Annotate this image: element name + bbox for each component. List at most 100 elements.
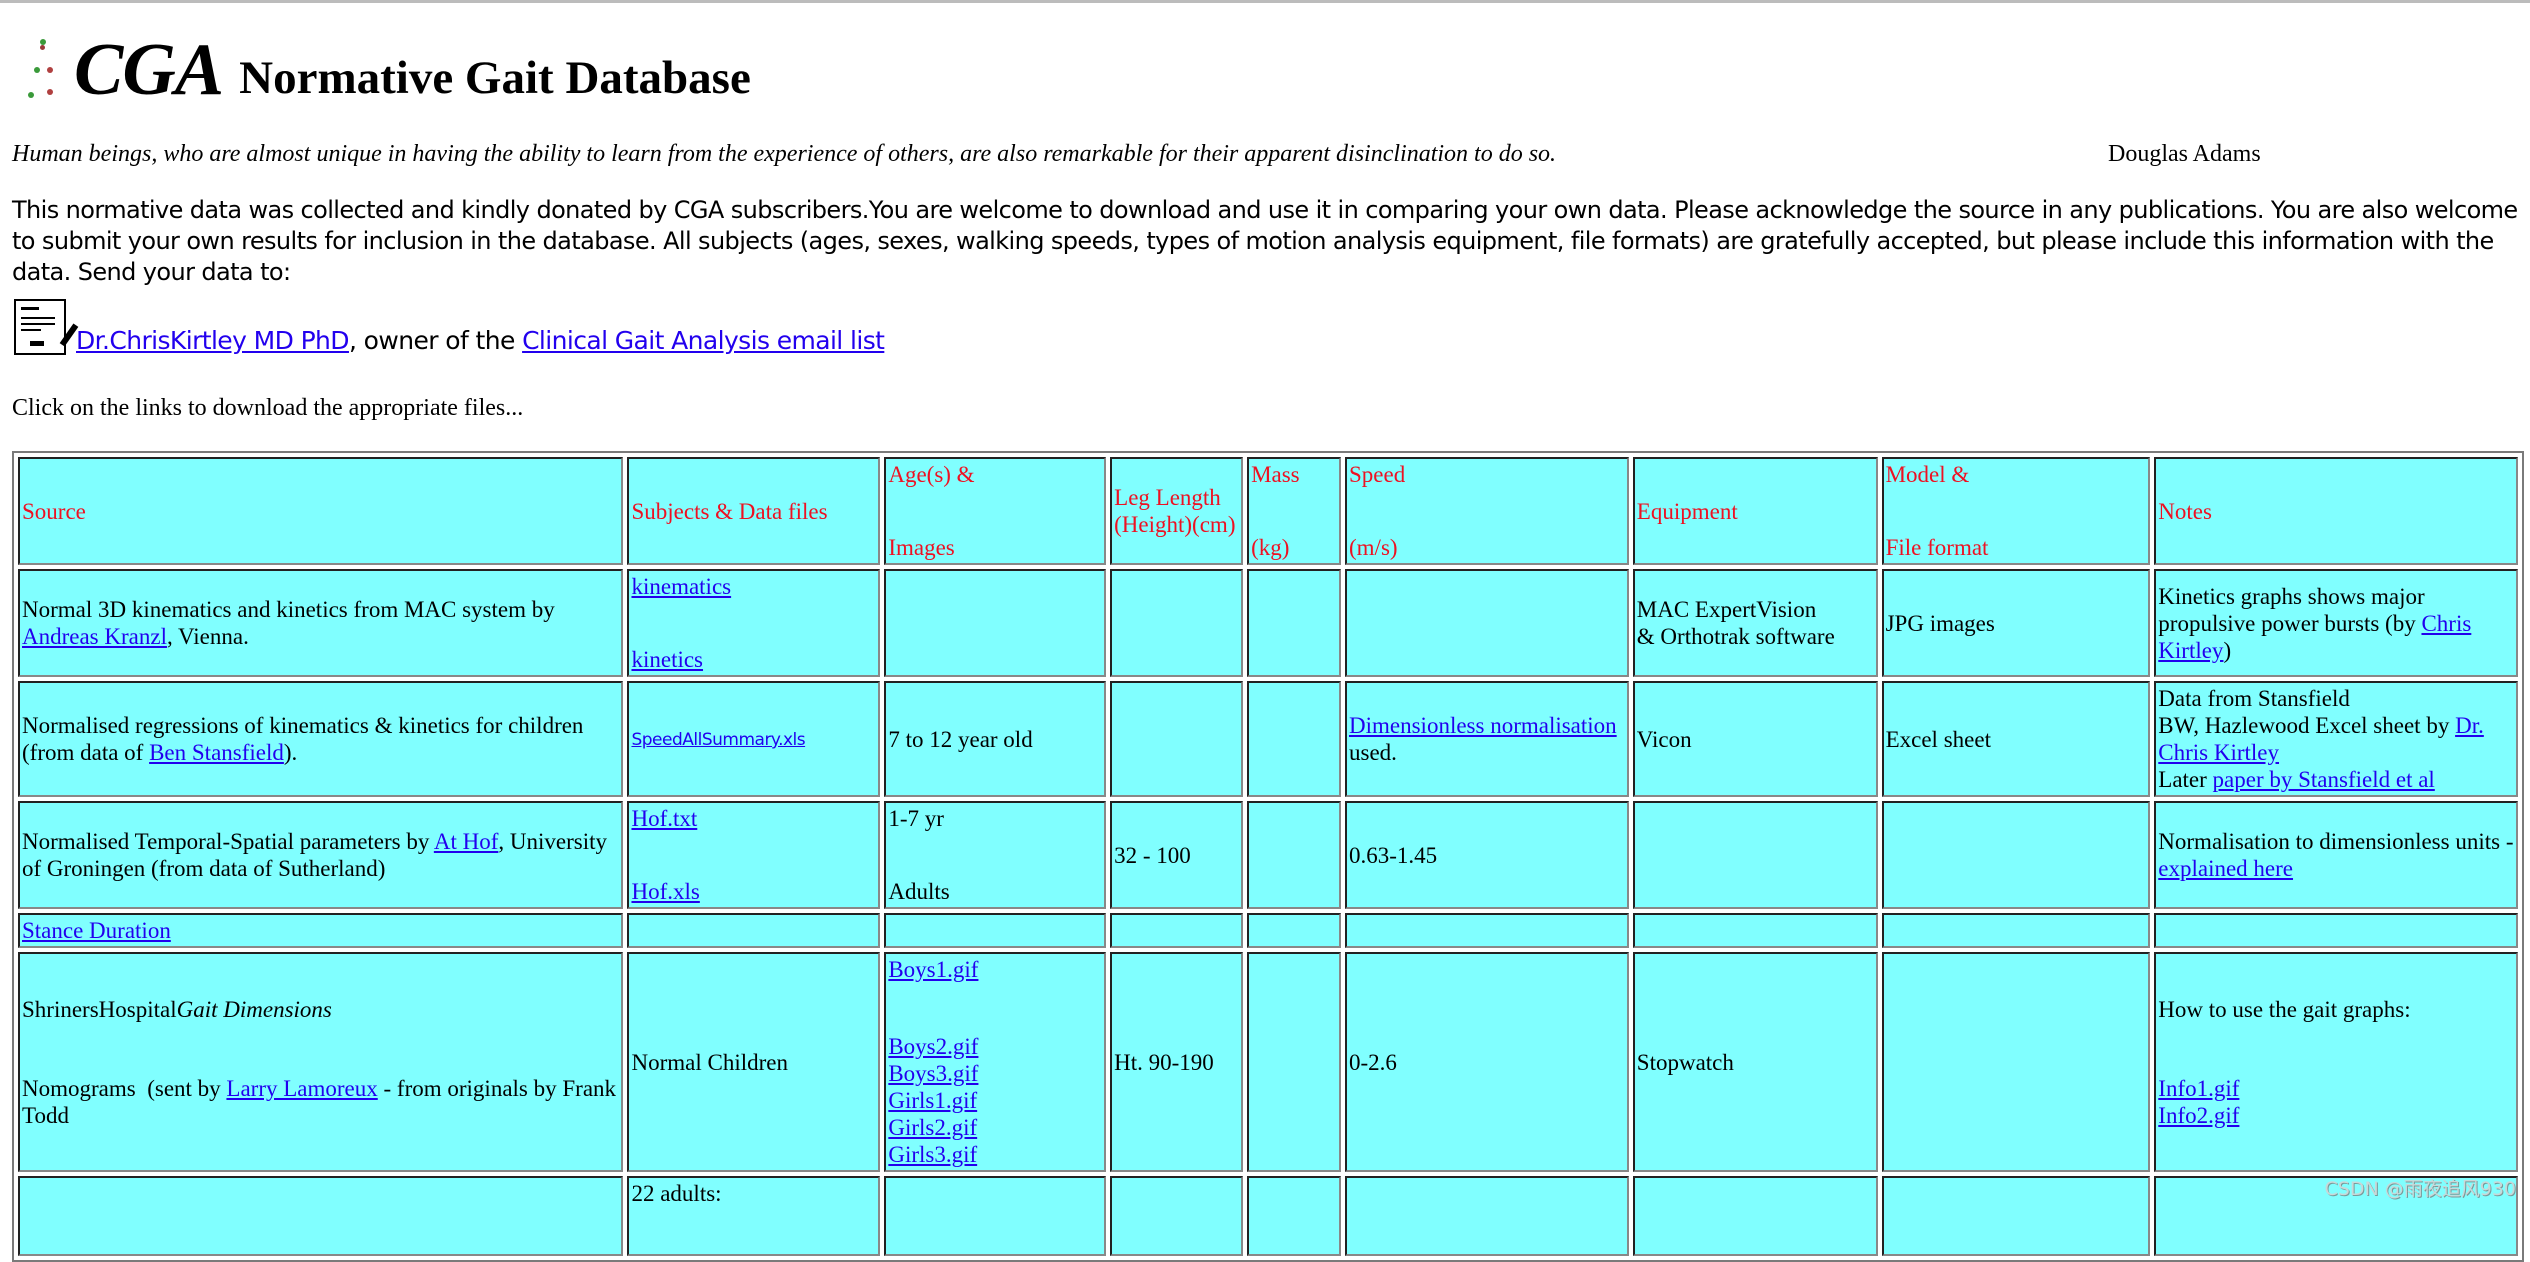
table-row: Normalised Temporal-Spatial parameters b…	[18, 801, 2518, 909]
source-cell: Normalised regressions of kinematics & k…	[18, 681, 624, 797]
empty-cell	[1345, 1176, 1629, 1256]
empty-cell	[1881, 913, 2151, 948]
age-cell	[884, 569, 1107, 677]
chris-kirtley-link[interactable]: Dr.ChrisKirtley MD PhD	[76, 326, 350, 355]
mass-cell	[1247, 952, 1341, 1172]
stance-duration-link[interactable]: Stance Duration	[22, 918, 171, 943]
cga-logo-text: CGA	[74, 29, 224, 111]
age-cell: 1-7 yr Adults	[884, 801, 1107, 909]
contact-line: Dr.ChrisKirtley MD PhD , owner of the Cl…	[14, 299, 885, 355]
leg-length-cell	[1110, 569, 1244, 677]
dimensionless-normalisation-link[interactable]: Dimensionless normalisation	[1349, 713, 1617, 738]
contact-middle-text: , owner of the	[348, 326, 523, 355]
header-equipment: Equipment	[1632, 457, 1878, 565]
source-cell: Normalised Temporal-Spatial parameters b…	[18, 801, 624, 909]
model-cell	[1881, 801, 2151, 909]
header-mass: Mass (kg)	[1247, 457, 1341, 565]
info1-link[interactable]: Info1.gif	[2158, 1076, 2239, 1101]
hof-txt-link[interactable]: Hof.txt	[631, 805, 876, 832]
cga-logo-dots-icon	[22, 37, 64, 107]
kinetics-link[interactable]: kinetics	[631, 646, 876, 673]
table-row: 22 adults:	[18, 1176, 2518, 1256]
girls2-link[interactable]: Girls2.gif	[888, 1115, 977, 1140]
equipment-cell: Stopwatch	[1632, 952, 1878, 1172]
notes-cell: Normalisation to dimensionless units - e…	[2154, 801, 2518, 909]
notes-cell: Kinetics graphs shows major propulsive p…	[2154, 569, 2518, 677]
subjects-cell: 22 adults:	[627, 1176, 881, 1256]
mass-cell	[1247, 681, 1341, 797]
subjects-cell: Normal Children	[627, 952, 881, 1172]
notes-cell: Data from Stansfield BW, Hazlewood Excel…	[2154, 681, 2518, 797]
ben-stansfield-link[interactable]: Ben Stansfield	[149, 740, 284, 765]
speedallsummary-link[interactable]: SpeedAllSummary.xls	[631, 730, 805, 750]
boys2-link[interactable]: Boys2.gif	[888, 1034, 978, 1059]
header-age: Age(s) & Images	[884, 457, 1107, 565]
info2-link[interactable]: Info2.gif	[2158, 1103, 2239, 1128]
page-title: Normative Gait Database	[239, 52, 751, 104]
girls1-link[interactable]: Girls1.gif	[888, 1088, 977, 1113]
at-hof-link[interactable]: At Hof	[434, 829, 499, 854]
stansfield-paper-link[interactable]: paper by Stansfield et al	[2213, 767, 2435, 792]
empty-cell	[1247, 1176, 1341, 1256]
larry-lamoreux-link[interactable]: Larry Lamoreux	[226, 1076, 377, 1101]
header-speed: Speed (m/s)	[1345, 457, 1629, 565]
quote-author: Douglas Adams	[2108, 141, 2261, 167]
header-subjects: Subjects & Data files	[627, 457, 881, 565]
files-cell: kinematics kinetics	[627, 569, 881, 677]
intro-paragraph: This normative data was collected and ki…	[12, 196, 2518, 286]
table-row: ShrinersHospitalGait Dimensions Nomogram…	[18, 952, 2518, 1172]
empty-cell	[1632, 1176, 1878, 1256]
mass-cell	[1247, 569, 1341, 677]
watermark: CSDN @雨夜追风930	[2324, 1178, 2516, 1200]
source-cell	[18, 1176, 624, 1256]
model-cell	[1881, 952, 2151, 1172]
speed-cell: 0.63-1.45	[1345, 801, 1629, 909]
equipment-cell: Vicon	[1632, 681, 1878, 797]
header-notes: Notes	[2154, 457, 2518, 565]
download-instruction: Click on the links to download the appro…	[12, 395, 524, 421]
files-cell: SpeedAllSummary.xls	[627, 681, 881, 797]
boys3-link[interactable]: Boys3.gif	[888, 1061, 978, 1086]
speed-cell: 0-2.6	[1345, 952, 1629, 1172]
speed-cell: Dimensionless normalisation used.	[1345, 681, 1629, 797]
speed-cell	[1345, 569, 1629, 677]
gait-data-table: Source Subjects & Data files Age(s) & Ima…	[12, 451, 2524, 1262]
model-cell: JPG images	[1881, 569, 2151, 677]
notes-cell: How to use the gait graphs: Info1.gif In…	[2154, 952, 2518, 1172]
girls3-link[interactable]: Girls3.gif	[888, 1142, 977, 1167]
files-cell: Hof.txt Hof.xls	[627, 801, 881, 909]
empty-cell	[1247, 913, 1341, 948]
leg-length-cell	[1110, 681, 1244, 797]
empty-cell	[1345, 913, 1629, 948]
boys1-link[interactable]: Boys1.gif	[888, 957, 978, 982]
empty-cell	[627, 913, 881, 948]
mass-cell	[1247, 801, 1341, 909]
quote: Human beings, who are almost unique in h…	[12, 139, 2272, 169]
empty-cell	[884, 1176, 1107, 1256]
empty-cell	[1110, 913, 1244, 948]
header-leg-length: Leg Length (Height)(cm)	[1110, 457, 1244, 565]
email-list-link[interactable]: Clinical Gait Analysis email list	[522, 326, 885, 355]
empty-cell	[1632, 913, 1878, 948]
age-cell: 7 to 12 year old	[884, 681, 1107, 797]
source-cell: Normal 3D kinematics and kinetics from M…	[18, 569, 624, 677]
source-cell: ShrinersHospitalGait Dimensions Nomogram…	[18, 952, 624, 1172]
quote-text: Human beings, who are almost unique in h…	[12, 141, 1557, 167]
model-cell: Excel sheet	[1881, 681, 2151, 797]
mail-letter-icon[interactable]	[14, 299, 79, 355]
table-row: Normalised regressions of kinematics & k…	[18, 681, 2518, 797]
images-cell: Boys1.gif Boys2.gif Boys3.gif Girls1.gif…	[884, 952, 1107, 1172]
equipment-cell	[1632, 801, 1878, 909]
source-cell: Stance Duration	[18, 913, 624, 948]
hof-xls-link[interactable]: Hof.xls	[631, 878, 876, 905]
empty-cell	[884, 913, 1107, 948]
empty-cell	[1881, 1176, 2151, 1256]
header-model: Model & File format	[1881, 457, 2151, 565]
leg-length-cell: Ht. 90-190	[1110, 952, 1244, 1172]
kinematics-link[interactable]: kinematics	[631, 573, 876, 600]
equipment-cell: MAC ExpertVision & Orthotrak software	[1632, 569, 1878, 677]
table-row: Stance Duration	[18, 913, 2518, 948]
explained-here-link[interactable]: explained here	[2158, 856, 2293, 881]
leg-length-cell: 32 - 100	[1110, 801, 1244, 909]
andreas-kranzl-link[interactable]: Andreas Kranzl	[22, 624, 167, 649]
